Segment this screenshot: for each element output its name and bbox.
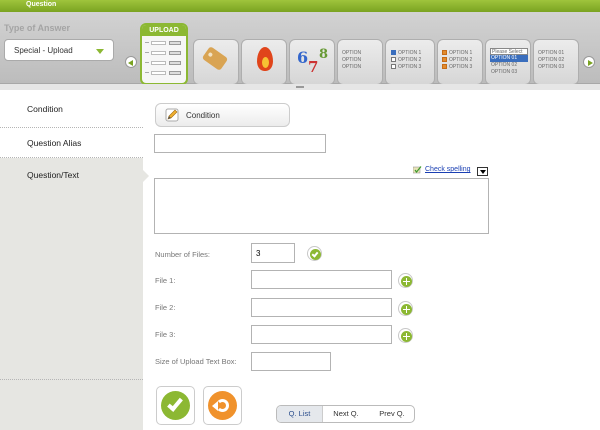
question-nav: Q. List Next Q. Prev Q. xyxy=(276,405,415,423)
option-list: OPTION OPTION OPTION xyxy=(342,50,378,71)
thumb-upload-row xyxy=(145,61,183,66)
sidebar-item-question-text[interactable]: Question/Text xyxy=(0,158,143,192)
thumb-upload-label: UPLOAD xyxy=(142,25,186,36)
file3-input[interactable] xyxy=(251,325,392,344)
option-item: OPTION 3 xyxy=(398,64,422,70)
sidebar-item-label: Question/Text xyxy=(27,170,79,180)
option-item: OPTION 1 xyxy=(449,50,473,56)
flame-icon xyxy=(257,47,273,71)
option-item: OPTION 2 xyxy=(398,57,422,63)
thumb-numbers[interactable]: 6 7 8 xyxy=(289,39,335,85)
plus-icon xyxy=(401,331,412,342)
save-button[interactable] xyxy=(156,386,195,425)
option-item: OPTION 03 xyxy=(538,64,565,70)
question-text-area[interactable] xyxy=(154,178,489,234)
upload-size-input[interactable] xyxy=(251,352,331,371)
thumb-upload[interactable]: UPLOAD xyxy=(140,23,188,85)
undo-button[interactable] xyxy=(203,386,242,425)
next-question-button[interactable]: Next Q. xyxy=(323,406,369,422)
option-item: OPTION 3 xyxy=(449,64,473,70)
thumb-tag[interactable] xyxy=(193,39,239,85)
option-item: OPTION xyxy=(342,57,362,63)
plus-icon xyxy=(401,276,412,287)
file1-label: File 1: xyxy=(155,276,176,285)
thumb-option-stepper[interactable]: OPTION OPTION OPTION xyxy=(337,39,383,85)
check-icon xyxy=(167,395,183,412)
checkbox-icon xyxy=(391,57,396,63)
thumb-upload-row xyxy=(145,41,183,46)
option-item: OPTION 01 xyxy=(490,55,528,62)
condition-button[interactable]: Condition xyxy=(155,103,290,127)
checkbox-icon xyxy=(442,50,447,56)
thumb-orange-checkboxes[interactable]: OPTION 1 OPTION 2 OPTION 3 xyxy=(437,39,483,85)
sidebar-item-label: Question Alias xyxy=(27,138,82,148)
upload-size-label: Size of Upload Text Box: xyxy=(155,357,237,366)
select-list: Please Select OPTION 01 OPTION 02 OPTION… xyxy=(490,48,528,76)
checkbox-icon xyxy=(442,57,447,63)
question-alias-input[interactable] xyxy=(154,134,326,153)
pencil-icon xyxy=(165,108,179,122)
check-icon xyxy=(311,250,319,258)
answer-type-value: Special - Upload xyxy=(14,46,73,55)
option-list: OPTION 01 OPTION 02 OPTION 03 xyxy=(538,50,574,71)
option-item: OPTION 2 xyxy=(449,57,473,63)
option-item: OPTION xyxy=(342,64,362,70)
select-header: Please Select xyxy=(490,48,528,55)
sidebar-section xyxy=(0,192,143,380)
number-glyph: 8 xyxy=(319,47,329,62)
question-list-button[interactable]: Q. List xyxy=(277,406,323,422)
tag-icon xyxy=(201,46,229,71)
add-file1-button[interactable] xyxy=(398,273,413,288)
answer-type-select[interactable]: Special - Upload xyxy=(4,39,114,61)
sidebar-item-label: Condition xyxy=(27,104,63,114)
thumb-upload-row xyxy=(145,71,183,76)
plus-icon xyxy=(401,304,412,315)
chevron-down-icon xyxy=(96,49,104,54)
answer-type-label: Type of Answer xyxy=(4,23,71,33)
active-pointer xyxy=(143,170,149,182)
checkbox-icon xyxy=(391,50,396,56)
title-bar: Question xyxy=(0,0,600,12)
confirm-files-button[interactable] xyxy=(307,246,322,261)
number-glyph: 6 xyxy=(297,48,309,67)
number-of-files-label: Number of Files: xyxy=(155,250,211,259)
scroll-left-button[interactable] xyxy=(125,56,137,68)
file2-label: File 2: xyxy=(155,303,176,312)
window-title: Question xyxy=(26,1,57,8)
grip-icon xyxy=(296,86,304,88)
check-spelling-label[interactable]: Check spelling xyxy=(425,166,471,173)
answer-type-header: Type of Answer Special - Upload UPLOAD 6… xyxy=(0,12,600,85)
checkbox-list: OPTION 1 OPTION 2 OPTION 3 xyxy=(442,50,482,71)
option-item: OPTION 02 xyxy=(491,62,518,68)
file1-input[interactable] xyxy=(251,270,392,289)
thumb-checkboxes[interactable]: OPTION 1 OPTION 2 OPTION 3 xyxy=(385,39,435,85)
option-item: OPTION 1 xyxy=(398,50,422,56)
thumb-select-list[interactable]: Please Select OPTION 01 OPTION 02 OPTION… xyxy=(485,39,531,85)
spelling-dropdown-button[interactable] xyxy=(477,167,488,176)
checkbox-icon xyxy=(442,64,447,70)
file2-input[interactable] xyxy=(251,298,392,317)
spellcheck-icon xyxy=(413,166,422,174)
option-item: OPTION xyxy=(342,50,362,56)
number-of-files-input[interactable] xyxy=(251,243,295,263)
sidebar-item-question-alias[interactable]: Question Alias xyxy=(0,128,143,158)
option-item: OPTION 03 xyxy=(491,69,518,75)
sidebar-item-condition[interactable]: Condition xyxy=(0,90,143,128)
thumb-stepper-list[interactable]: OPTION 01 OPTION 02 OPTION 03 xyxy=(533,39,579,85)
undo-icon xyxy=(208,391,237,420)
condition-button-label: Condition xyxy=(186,111,220,120)
thumb-upload-row xyxy=(145,51,183,56)
number-glyph: 7 xyxy=(308,58,319,76)
scroll-right-button[interactable] xyxy=(583,56,595,68)
checkbox-icon xyxy=(391,64,396,70)
checkbox-list: OPTION 1 OPTION 2 OPTION 3 xyxy=(391,50,434,71)
option-item: OPTION 01 xyxy=(538,50,565,56)
file3-label: File 3: xyxy=(155,330,176,339)
option-item: OPTION 02 xyxy=(538,57,565,63)
check-spelling-link[interactable]: Check spelling xyxy=(413,166,471,174)
add-file3-button[interactable] xyxy=(398,328,413,343)
add-file2-button[interactable] xyxy=(398,301,413,316)
thumb-flame[interactable] xyxy=(241,39,287,85)
prev-question-button[interactable]: Prev Q. xyxy=(369,406,414,422)
